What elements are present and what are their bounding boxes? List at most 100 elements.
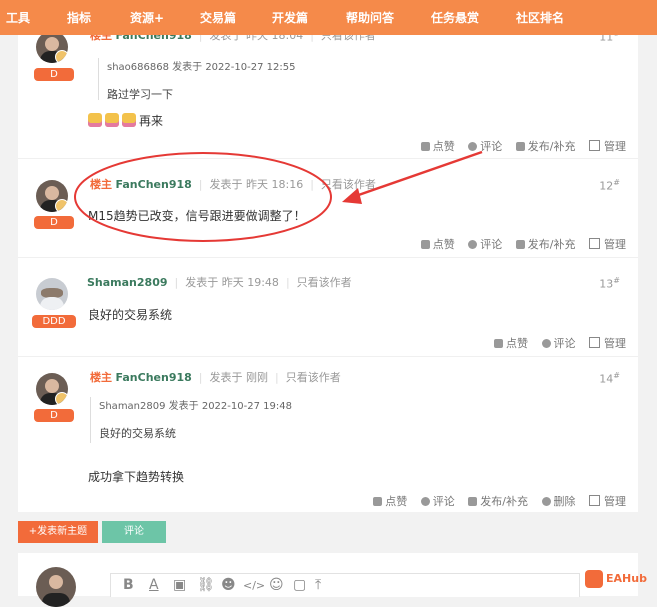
thread-card: D 楼主 FanChen918|发表于 昨天 18:04|只看该作者 11# s…	[18, 0, 638, 512]
post-actions: 点赞 评论 发布/补充 删除 管理	[363, 493, 626, 509]
thumbs-up-icon	[373, 497, 383, 506]
eahub-logo-icon	[585, 570, 603, 588]
only-author-link[interactable]: 只看该作者	[286, 371, 341, 384]
host-label: 楼主	[90, 178, 112, 191]
comment-button[interactable]: 评论	[420, 495, 455, 508]
medal-icon	[55, 50, 68, 63]
only-author-link[interactable]: 只看该作者	[321, 178, 376, 191]
post-actions: 点赞 评论 管理	[484, 335, 626, 351]
top-nav: 工具 指标 资源+ 交易篇 开发篇 帮助问答 任务悬赏 社区排名	[0, 0, 657, 35]
quote-text: 良好的交易系统	[99, 427, 176, 440]
emoji-icon[interactable]: ☺	[269, 577, 284, 593]
manage-checkbox[interactable]: 管理	[589, 140, 626, 153]
reply-editor: B A ▣ ⛓ ☻ </> ☺ ▢ ⤒	[18, 553, 638, 607]
post-12: D 楼主 FanChen918 | 发表于 昨天 18:16 | 只看该作者 12# M…	[18, 159, 638, 255]
quote-block: shao686868 发表于 2022-10-27 12:55 路过学习一下	[98, 58, 296, 101]
eahub-watermark: EAHub	[585, 570, 647, 590]
nav-item-indicators[interactable]: 指标	[67, 9, 91, 26]
bold-icon[interactable]: B	[123, 577, 134, 593]
checkbox-icon	[589, 238, 600, 249]
checkbox-icon	[589, 140, 600, 151]
post-content: 成功拿下趋势转换	[88, 470, 185, 484]
like-button[interactable]: 点赞	[494, 337, 528, 350]
manage-checkbox[interactable]: 管理	[589, 337, 626, 350]
medal-icon	[55, 392, 68, 405]
font-color-icon[interactable]: A	[149, 577, 159, 593]
quote-meta: Shaman2809 发表于 2022-10-27 19:48	[99, 401, 292, 412]
checkbox-icon	[589, 495, 600, 506]
delete-icon	[541, 497, 551, 506]
document-icon	[515, 240, 525, 249]
post-meta: 楼主 FanChen918 | 发表于 刚刚 | 只看该作者	[90, 371, 341, 384]
username-link[interactable]: Shaman2809	[87, 276, 168, 289]
nav-item-tools[interactable]: 工具	[6, 9, 30, 26]
nav-item-ranking[interactable]: 社区排名	[516, 9, 564, 26]
comment-button[interactable]: 评论	[468, 238, 502, 251]
like-button[interactable]: 点赞	[373, 495, 407, 508]
thumbs-up-icon	[420, 142, 430, 151]
post-content: M15趋势已改变，信号跟进要做调整了！	[88, 209, 306, 223]
floor-number: 13#	[599, 276, 620, 291]
nav-item-bounty[interactable]: 任务悬赏	[431, 9, 479, 26]
post-time: 发表于 昨天 19:48	[185, 276, 279, 289]
new-topic-button[interactable]: +发表新主题	[18, 521, 98, 543]
comment-icon	[420, 497, 430, 506]
post-time: 发表于 刚刚	[209, 371, 269, 384]
supplement-button[interactable]: 发布/补充	[468, 495, 528, 508]
post-actions: 点赞 评论 发布/补充 管理	[411, 236, 626, 252]
post-meta: Shaman2809 | 发表于 昨天 19:48 | 只看该作者	[87, 276, 352, 289]
post-content: 良好的交易系统	[88, 308, 173, 322]
quote-meta: shao686868 发表于 2022-10-27 12:55	[107, 62, 296, 73]
thumbs-up-icon	[420, 240, 430, 249]
comment-icon	[468, 240, 478, 249]
nav-item-trading[interactable]: 交易篇	[200, 9, 236, 26]
username-link[interactable]: FanChen918	[116, 371, 192, 384]
host-label: 楼主	[90, 371, 112, 384]
editor-toolbar: B A ▣ ⛓ ☻ </> ☺ ▢ ⤒	[110, 573, 580, 597]
manage-checkbox[interactable]: 管理	[589, 495, 626, 508]
code-icon[interactable]: </>	[243, 579, 265, 592]
comment-icon	[541, 339, 551, 348]
like-button[interactable]: 点赞	[420, 238, 455, 251]
link-icon[interactable]: ⛓	[197, 577, 215, 593]
supplement-button[interactable]: 发布/补充	[515, 140, 576, 153]
avatar[interactable]	[36, 278, 68, 310]
comment-button[interactable]: 评论	[468, 140, 502, 153]
manage-checkbox[interactable]: 管理	[589, 238, 626, 251]
floor-number: 14#	[599, 371, 620, 386]
upload-icon[interactable]: ⤒	[315, 577, 321, 593]
avatar	[36, 567, 76, 607]
avatar[interactable]	[36, 373, 68, 405]
post-13: DDD Shaman2809 | 发表于 昨天 19:48 | 只看该作者 13# 良好…	[18, 258, 638, 355]
post-meta: 楼主 FanChen918 | 发表于 昨天 18:16 | 只看该作者	[90, 178, 376, 191]
quote-text: 路过学习一下	[107, 88, 173, 101]
avatar[interactable]	[36, 31, 68, 63]
checkbox-icon	[589, 337, 600, 348]
document-icon	[515, 142, 525, 151]
comment-submit-button[interactable]: 评论	[102, 521, 166, 543]
media-icon[interactable]: ☻	[221, 577, 236, 593]
nav-item-resources[interactable]: 资源+	[130, 9, 164, 26]
emoji-icon	[88, 113, 102, 127]
supplement-button[interactable]: 发布/补充	[515, 238, 576, 251]
nav-item-help[interactable]: 帮助问答	[346, 9, 394, 26]
thumbs-up-icon	[494, 339, 503, 348]
attachment-icon[interactable]: ▢	[293, 577, 306, 593]
post-actions: 点赞 评论 发布/补充 管理	[411, 138, 626, 154]
post-14: D 楼主 FanChen918 | 发表于 刚刚 | 只看该作者 14# Shaman2…	[18, 357, 638, 512]
nav-item-development[interactable]: 开发篇	[272, 9, 308, 26]
comment-icon	[468, 142, 478, 151]
floor-number: 12#	[599, 178, 620, 193]
delete-button[interactable]: 删除	[541, 495, 576, 508]
username-link[interactable]: FanChen918	[116, 178, 192, 191]
post-content: 再来	[88, 112, 163, 129]
image-icon[interactable]: ▣	[173, 577, 186, 593]
comment-button[interactable]: 评论	[541, 337, 576, 350]
only-author-link[interactable]: 只看该作者	[297, 276, 352, 289]
quote-block: Shaman2809 发表于 2022-10-27 19:48 良好的交易系统	[90, 397, 292, 443]
medal-icon	[55, 199, 68, 212]
emoji-icon	[122, 113, 136, 127]
like-button[interactable]: 点赞	[420, 140, 455, 153]
avatar[interactable]	[36, 180, 68, 212]
document-icon	[468, 497, 478, 506]
